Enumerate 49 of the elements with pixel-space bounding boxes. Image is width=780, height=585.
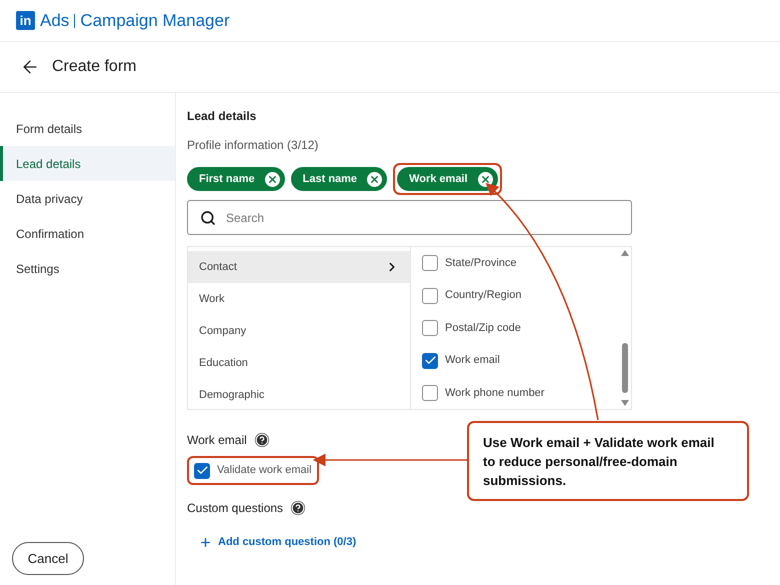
checkbox-label: Validate work email <box>217 463 312 478</box>
custom-questions-title: Custom questions <box>187 500 284 517</box>
work-email-title: Work email <box>187 432 247 449</box>
chip[interactable]: Work email <box>397 167 498 191</box>
search-field[interactable]: Search <box>187 200 632 235</box>
remove-icon[interactable] <box>478 172 493 186</box>
checkbox[interactable] <box>422 352 438 368</box>
category-item[interactable]: Company <box>188 315 410 347</box>
search-input[interactable]: Search <box>226 208 619 226</box>
help-icon[interactable] <box>254 433 269 447</box>
remove-icon[interactable] <box>264 172 280 186</box>
help-icon[interactable] <box>291 501 306 515</box>
app-name: Campaign Manager <box>80 10 230 32</box>
scroll-up-icon[interactable] <box>621 250 629 256</box>
sidebar-item[interactable]: Data privacy <box>0 181 175 216</box>
checkbox[interactable] <box>422 385 438 401</box>
category-item[interactable]: Demographic <box>188 379 410 411</box>
checkbox[interactable] <box>422 320 438 336</box>
category-item[interactable]: Work <box>188 283 410 315</box>
section-subtitle: Profile information (3/12) <box>187 137 320 154</box>
plus-icon <box>199 536 212 549</box>
search-icon <box>200 210 216 226</box>
sidebar-item[interactable]: Lead details <box>0 146 175 181</box>
sidebar-item[interactable]: Confirmation <box>0 216 175 251</box>
field-label: Postal/Zip code <box>445 320 521 336</box>
field-label: Country/Region <box>445 288 522 304</box>
sidebar-item[interactable]: Form details <box>0 111 175 146</box>
scroll-down-icon[interactable] <box>621 400 629 406</box>
cancel-button[interactable]: Cancel <box>12 542 84 575</box>
remove-icon[interactable] <box>367 172 382 186</box>
category-item[interactable]: Contact <box>188 251 410 283</box>
checkbox[interactable] <box>194 462 210 478</box>
callout: Use Work email + Validate work email to reduce personal/free-domain submissions. <box>467 421 749 501</box>
chip[interactable]: First name <box>187 167 285 191</box>
sidebar-item[interactable]: Settings <box>0 251 175 286</box>
category-item[interactable]: Education <box>188 347 410 379</box>
field-label: Work email <box>445 353 500 368</box>
page-title: Create form <box>52 57 136 77</box>
field-label: State/Province <box>445 256 517 271</box>
checkbox[interactable] <box>422 255 438 271</box>
field-label: Work phone number <box>445 386 544 401</box>
add-question-link[interactable]: Add custom question (0/3) <box>199 534 356 550</box>
check-icon <box>196 464 208 477</box>
logo-icon: in <box>16 11 35 30</box>
checkbox[interactable] <box>422 288 438 304</box>
product-name: Ads <box>40 10 70 32</box>
check-icon <box>424 354 436 367</box>
chip[interactable]: Last name <box>290 167 388 191</box>
section-title: Lead details <box>187 108 258 125</box>
